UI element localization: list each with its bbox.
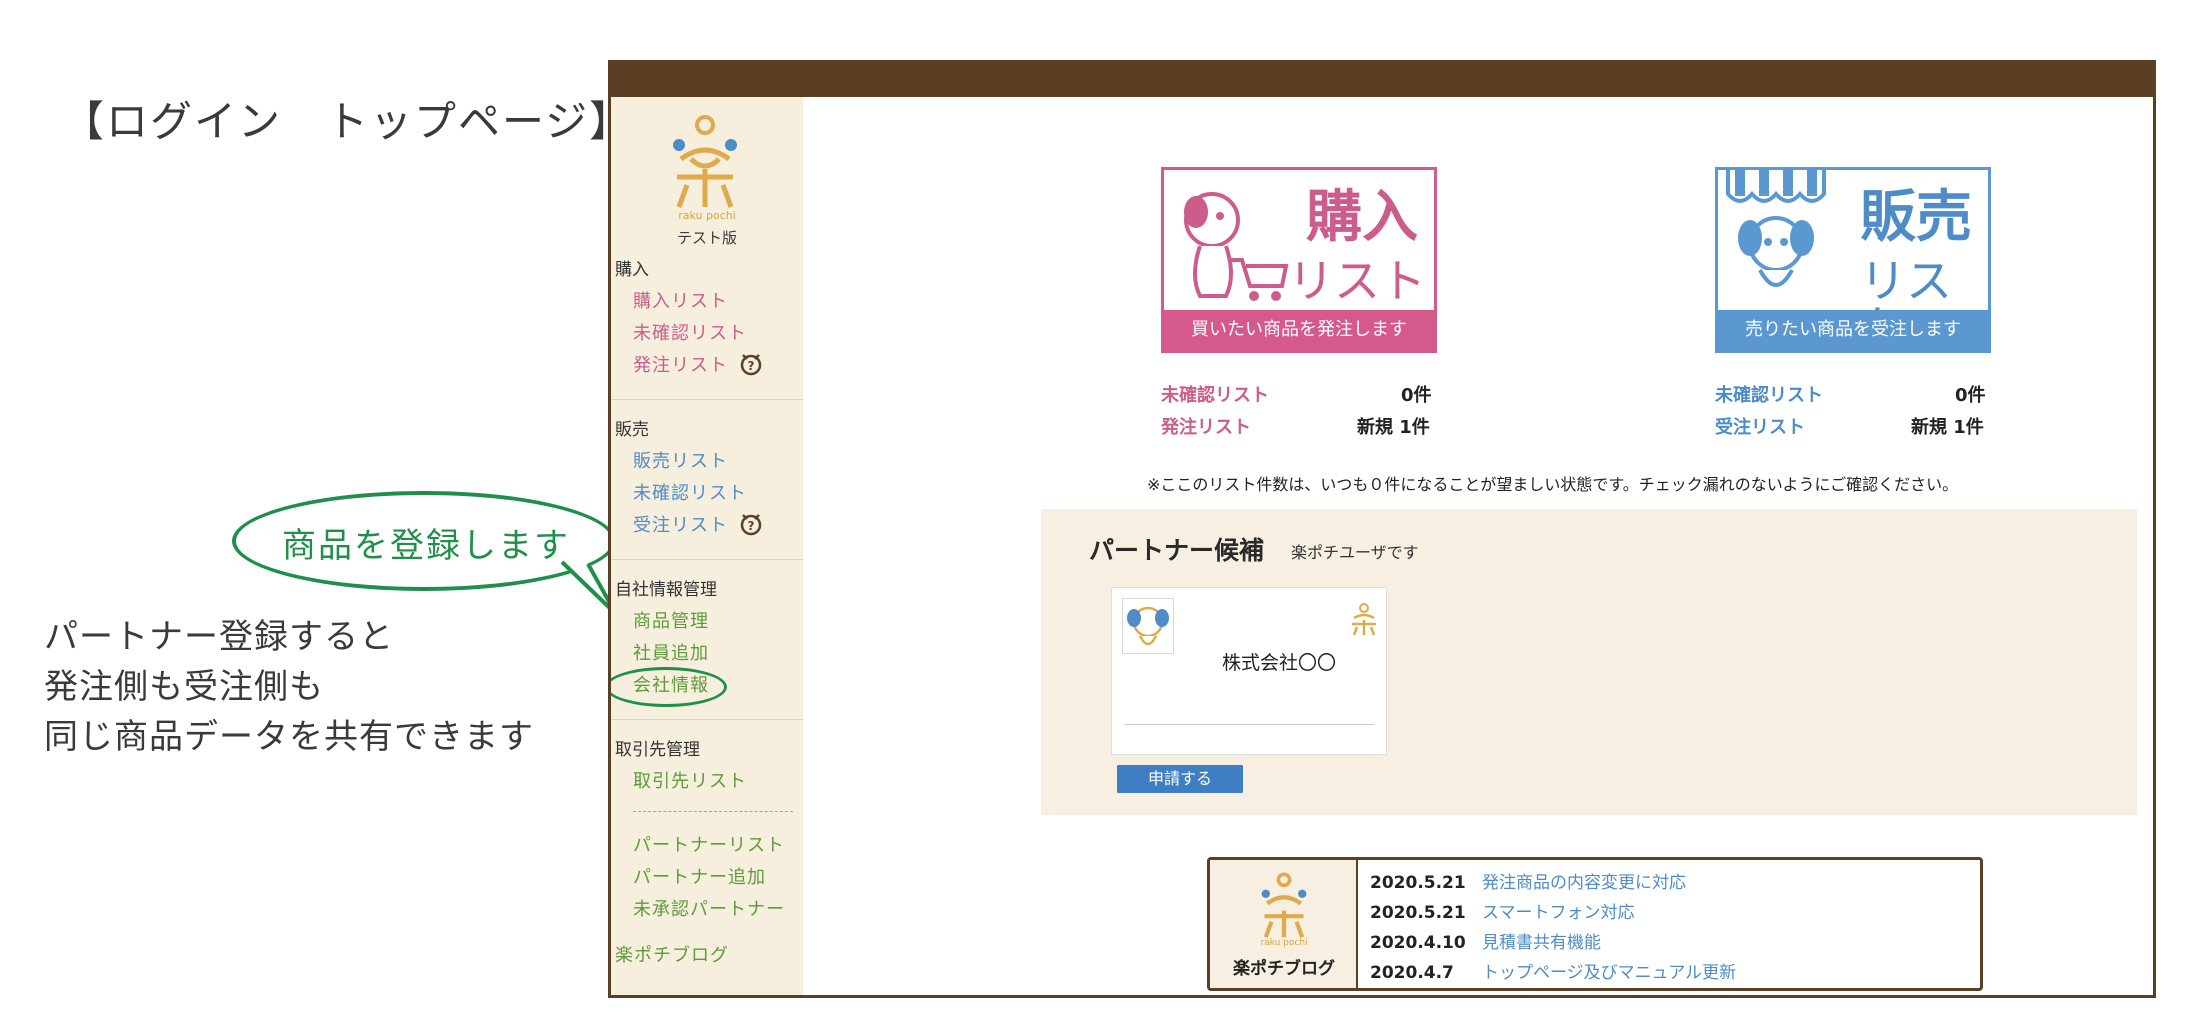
sales-card-footer: 売りたい商品を受注します [1718,310,1988,350]
nav-order-list[interactable]: 発注リスト [633,351,728,377]
nav-sales-list[interactable]: 販売リスト [633,447,728,473]
nav-add-partner[interactable]: パートナー追加 [633,863,766,889]
rakupochi-mini-logo [1352,603,1376,636]
received-orders-value: 新規 1件 [1911,417,1984,438]
nav-purchase-unconfirmed[interactable]: 未確認リスト [633,319,747,345]
sales-unconfirmed-value: 0件 [1955,385,1986,406]
news-item[interactable]: 2020.5.21 発注商品の内容変更に対応 [1370,868,1686,893]
nav-client-list[interactable]: 取引先リスト [633,767,747,793]
nav-company-info[interactable]: 会社情報 [633,671,709,697]
section-title-purchase: 購入 [615,260,649,280]
received-orders-label[interactable]: 受注リスト [1715,413,1805,439]
desc-line: パートナー登録すると [44,617,394,657]
purchase-card-subtitle: リスト [1288,254,1426,308]
news-date: 2020.5.21 [1370,903,1466,923]
purchase-list-card[interactable]: 購入 リスト 買いたい商品を発注します [1161,167,1437,353]
company-name: 株式会社〇〇 [1222,652,1337,674]
dashed-divider [633,811,793,812]
logo-subtext: raku pochi [678,209,736,222]
order-stat-value: 新規 1件 [1357,417,1430,438]
svg-text:?: ? [748,359,755,373]
purchase-stat-value: 0件 [1401,385,1432,406]
sales-list-card[interactable]: 販売 リスト 売りたい商品を受注します [1715,167,1991,353]
dog-cart-icon [1184,192,1289,301]
sidebar-divider [611,719,803,720]
section-title-partners: 取引先管理 [615,740,700,760]
news-date: 2020.4.7 [1370,963,1454,983]
news-item[interactable]: 2020.4.7 トップページ及びマニュアル更新 [1370,958,1736,983]
news-link[interactable]: 見積書共有機能 [1482,933,1601,953]
sidebar-divider [611,399,803,400]
news-link[interactable]: トップページ及びマニュアル更新 [1482,963,1736,983]
blog-logo-panel[interactable]: raku pochi 楽ポチブログ [1210,860,1358,988]
nav-partner-list[interactable]: パートナーリスト [633,831,785,857]
news-item[interactable]: 2020.5.21 スマートフォン対応 [1370,898,1635,923]
company-avatar [1122,598,1174,654]
nav-purchase-list[interactable]: 購入リスト [633,287,728,313]
nav-received-orders[interactable]: 受注リスト [633,511,728,537]
help-icon[interactable]: ? [737,349,765,377]
blog-label: 楽ポチブログ [1233,959,1335,979]
page-heading: 【ログイン トップページ】 [62,97,634,146]
sales-unconfirmed-label[interactable]: 未確認リスト [1715,381,1823,407]
app-screen: raku pochi テスト版 購入 購入リスト 未確認リスト 発注リスト ? … [608,60,2156,998]
desc-line: 同じ商品データを共有できます [44,717,534,757]
annotation-description: パートナー登録すると 発注側も受注側も 同じ商品データを共有できます [44,612,534,762]
top-bar [611,63,2153,97]
nav-unapproved-partners[interactable]: 未承認パートナー [633,895,785,921]
desc-line: 発注側も受注側も [44,667,324,707]
rakupochi-logo [673,115,737,208]
purchase-card-footer: 買いたい商品を発注します [1164,310,1434,350]
purchase-card-title: 購入 [1306,185,1418,250]
list-count-note: ※ここのリスト件数は、いつも０件になることが望ましい状態です。チェック漏れのない… [1147,475,1959,494]
news-link[interactable]: 発注商品の内容変更に対応 [1482,873,1686,893]
nav-product-management[interactable]: 商品管理 [633,607,709,633]
news-date: 2020.5.21 [1370,873,1466,893]
partner-section-title: パートナー候補 [1089,536,1265,565]
news-item[interactable]: 2020.4.10 見積書共有機能 [1370,928,1601,953]
apply-button[interactable]: 申請する [1117,765,1243,793]
company-card[interactable]: 株式会社〇〇 [1111,587,1387,755]
news-link[interactable]: スマートフォン対応 [1482,903,1635,923]
sales-card-title: 販売 [1860,185,1972,250]
company-card-divider [1124,724,1374,725]
sidebar: raku pochi テスト版 購入 購入リスト 未確認リスト 発注リスト ? … [611,97,803,995]
nav-add-employee[interactable]: 社員追加 [633,639,709,665]
nav-blog[interactable]: 楽ポチブログ [615,941,729,967]
partner-section-subtitle: 楽ポチユーザです [1291,543,1419,562]
partner-candidates-section: パートナー候補 楽ポチユーザです 株式会社〇〇 申請する [1041,509,2137,815]
help-icon[interactable]: ? [737,509,765,537]
purchase-stat-label[interactable]: 未確認リスト [1161,381,1269,407]
section-title-company: 自社情報管理 [615,580,717,600]
blog-news-box: raku pochi 楽ポチブログ 2020.5.21 発注商品の内容変更に対応 … [1207,857,1983,991]
order-stat-label[interactable]: 発注リスト [1161,413,1251,439]
news-date: 2020.4.10 [1370,933,1466,953]
nav-sales-unconfirmed[interactable]: 未確認リスト [633,479,747,505]
svg-text:?: ? [748,519,755,533]
section-title-sales: 販売 [615,420,649,440]
dog-shop-icon [1726,170,1826,287]
test-version-label: テスト版 [676,229,737,247]
rakupochi-logo [1261,872,1307,938]
blog-logo-subtext: raku pochi [1260,938,1308,948]
bubble-text: 商品を登録します [282,526,570,566]
sidebar-divider [611,559,803,560]
